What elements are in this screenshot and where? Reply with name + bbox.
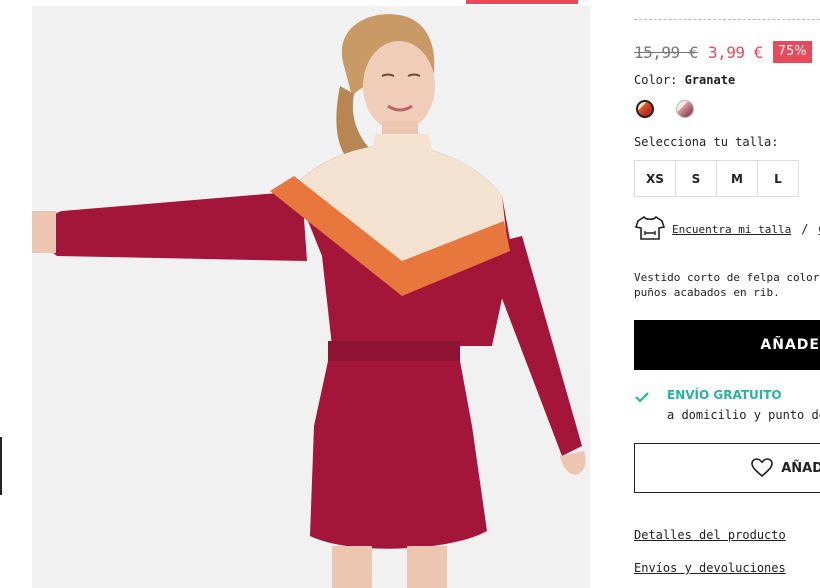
product-panel: 15,99 € 3,99 € 75% Color: Granate Selecc… xyxy=(634,0,820,588)
shipping-subtitle: a domicilio y punto de rec xyxy=(667,408,820,422)
color-swatch-rosa[interactable] xyxy=(676,100,694,118)
discount-badge: 75% xyxy=(772,41,812,63)
active-tab-indicator xyxy=(466,0,578,4)
description-line: Vestido corto de felpa color bloc xyxy=(634,271,820,284)
size-selector: XS S M L xyxy=(634,160,799,197)
add-to-cart-button[interactable]: AÑADE xyxy=(634,320,820,370)
color-label: Color: xyxy=(634,73,678,87)
dress-illustration xyxy=(32,6,590,588)
size-help-row: Encuentra mi talla / Gu xyxy=(634,215,820,243)
size-finder-link[interactable]: Encuentra mi talla xyxy=(672,223,791,236)
tshirt-icon xyxy=(634,215,666,240)
check-icon xyxy=(635,392,649,403)
separator: / xyxy=(801,222,809,236)
add-to-cart-label: AÑADE xyxy=(760,337,820,353)
color-swatch-granate[interactable] xyxy=(636,100,654,118)
heart-icon xyxy=(751,458,774,478)
description-line: puños acabados en rib. xyxy=(634,286,780,299)
shipping-returns-link[interactable]: Envíos y devoluciones xyxy=(634,561,786,575)
size-s-button[interactable]: S xyxy=(675,160,717,197)
price-row: 15,99 € 3,99 € 75% xyxy=(634,39,812,65)
size-m-button[interactable]: M xyxy=(716,160,758,197)
add-to-wishlist-button[interactable]: AÑAD xyxy=(634,443,820,493)
shipping-title: ENVÍO GRATUITO xyxy=(667,388,782,402)
size-l-button[interactable]: L xyxy=(757,160,799,197)
old-price: 15,99 € xyxy=(634,42,698,62)
product-details-link[interactable]: Detalles del producto xyxy=(634,528,786,542)
color-value: Granate xyxy=(684,73,736,87)
product-image[interactable] xyxy=(32,6,590,588)
sale-price: 3,99 € xyxy=(707,42,763,62)
carousel-edge-marker xyxy=(0,437,2,495)
size-label: Selecciona tu talla: xyxy=(634,135,779,149)
product-description: Vestido corto de felpa color bloc puños … xyxy=(634,270,820,300)
divider xyxy=(634,19,820,20)
size-xs-button[interactable]: XS xyxy=(634,160,676,197)
wishlist-label: AÑAD xyxy=(781,460,820,476)
color-selection-label: Color: Granate xyxy=(634,73,735,87)
